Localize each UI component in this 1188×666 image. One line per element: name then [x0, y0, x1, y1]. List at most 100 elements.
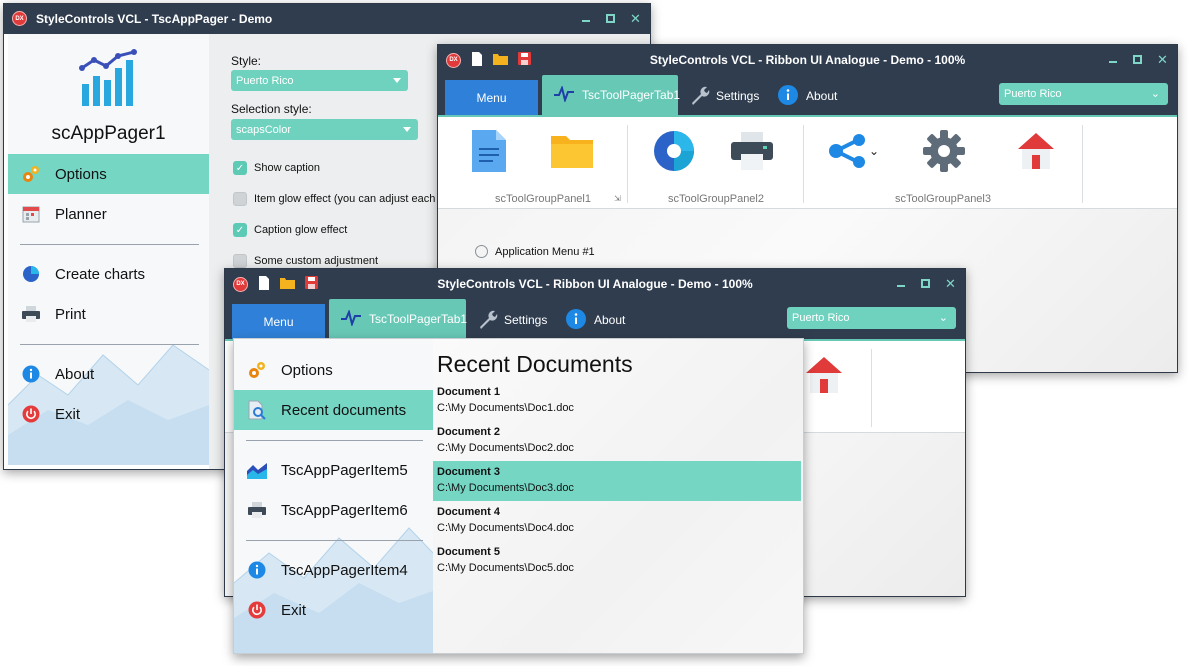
minimize-button[interactable]: [582, 14, 592, 24]
new-file-icon[interactable]: [471, 51, 483, 69]
application-menu-radio[interactable]: Application Menu #1: [475, 245, 595, 258]
menu-item-recent-documents[interactable]: Recent documents: [234, 390, 433, 430]
gears-icon: [21, 164, 41, 184]
style-label: Style:: [231, 54, 262, 68]
close-button[interactable]: ✕: [945, 277, 956, 290]
menu-item-pager-item6[interactable]: TscAppPagerItem6: [234, 490, 433, 530]
document-name: Document 5: [437, 546, 500, 558]
menu-item-options[interactable]: Options: [234, 350, 433, 390]
maximize-icon: [606, 14, 615, 23]
selection-style-value: scapsColor: [236, 123, 292, 136]
group-separator: [1082, 125, 1083, 203]
checkbox-box: [233, 254, 247, 268]
menu-item-exit[interactable]: Exit: [234, 590, 433, 630]
style-select[interactable]: Puerto Rico ⌄: [787, 307, 956, 329]
gear-icon[interactable]: [920, 127, 968, 175]
about-tab[interactable]: About: [778, 84, 837, 108]
pager-item-exit[interactable]: Exit: [8, 394, 209, 434]
checkbox-label: Some custom adjustment: [254, 255, 379, 267]
open-folder-icon[interactable]: [493, 53, 508, 68]
minimize-button[interactable]: [897, 279, 907, 289]
title-bar[interactable]: DX StyleControls VCL - TscAppPager - Dem…: [4, 4, 650, 34]
menu-separator: [246, 440, 423, 441]
menu-tab-label: Menu: [263, 314, 294, 329]
power-icon: [247, 600, 267, 620]
dialog-launcher-icon[interactable]: ⇲: [614, 194, 621, 203]
pager-item-options[interactable]: Options: [8, 154, 209, 194]
pager-item-planner[interactable]: Planner: [8, 194, 209, 234]
pager-item-create-charts[interactable]: Create charts: [8, 254, 209, 294]
recent-document-item[interactable]: Document 2 C:\My Documents\Doc2.doc: [433, 421, 801, 461]
show-caption-checkbox[interactable]: ✓ Show caption: [233, 161, 320, 175]
pager-item-about[interactable]: About: [8, 354, 209, 394]
tool-pager-tab-label: TscToolPagerTab1: [369, 312, 468, 326]
recent-document-item[interactable]: Document 5 C:\My Documents\Doc5.doc: [433, 541, 801, 581]
menu-tab[interactable]: Menu: [445, 80, 538, 115]
menu-tab[interactable]: Menu: [232, 304, 325, 339]
recent-document-item[interactable]: Document 4 C:\My Documents\Doc4.doc: [433, 501, 801, 541]
menu-item-pager-item5[interactable]: TscAppPagerItem5: [234, 450, 433, 490]
pager-item-label: Exit: [55, 405, 81, 423]
home-icon[interactable]: [800, 351, 848, 399]
group-separator: [803, 125, 804, 203]
item-glow-checkbox[interactable]: Item glow effect (you can adjust each: [233, 192, 435, 206]
info-icon: [778, 84, 798, 108]
pager-separator: [20, 244, 199, 245]
maximize-icon: [921, 279, 930, 288]
custom-adjustment-checkbox[interactable]: Some custom adjustment: [233, 254, 378, 268]
tool-pager-tab[interactable]: TscToolPagerTab1: [542, 75, 680, 115]
style-select[interactable]: Puerto Rico ⌄: [999, 83, 1168, 105]
title-bar[interactable]: DX StyleControls VCL - Ribbon UI Analogu…: [225, 269, 965, 299]
dropdown-arrow-icon: [393, 78, 401, 83]
home-icon[interactable]: [1012, 127, 1060, 175]
close-icon: ✕: [1157, 52, 1168, 67]
caption-glow-checkbox[interactable]: ✓ Caption glow effect: [233, 223, 347, 237]
about-tab[interactable]: About: [566, 308, 625, 331]
calendar-icon: [21, 204, 41, 224]
wrench-icon: [690, 85, 710, 108]
pager-item-print[interactable]: Print: [8, 294, 209, 334]
minimize-button[interactable]: [1109, 55, 1119, 65]
close-button[interactable]: ✕: [630, 12, 641, 25]
save-icon[interactable]: [305, 276, 318, 292]
selection-style-select[interactable]: scapsColor: [231, 119, 418, 140]
settings-tab-label: Settings: [716, 89, 760, 103]
save-icon[interactable]: [518, 52, 531, 68]
chevron-down-icon[interactable]: ⌄: [864, 127, 884, 175]
menu-item-label: Options: [281, 361, 333, 379]
printer-icon[interactable]: [728, 127, 776, 175]
maximize-button[interactable]: [921, 279, 931, 289]
bar-chart-logo-icon: [79, 49, 137, 106]
power-icon: [21, 404, 41, 424]
pager-item-label: Print: [55, 305, 86, 323]
title-bar[interactable]: DX StyleControls VCL - Ribbon UI Analogu…: [438, 45, 1177, 75]
close-button[interactable]: ✕: [1157, 52, 1168, 67]
maximize-button[interactable]: [1133, 55, 1143, 65]
style-select[interactable]: Puerto Rico: [231, 70, 408, 91]
pager-item-label: Planner: [55, 205, 107, 223]
radio-circle: [475, 245, 488, 258]
new-file-icon[interactable]: [258, 275, 270, 293]
menu-tab-label: Menu: [476, 90, 507, 105]
recent-document-item-selected[interactable]: Document 3 C:\My Documents\Doc3.doc: [433, 461, 801, 501]
radio-label: Application Menu #1: [495, 245, 595, 258]
folder-icon[interactable]: [548, 127, 596, 175]
tool-pager-tab[interactable]: TscToolPagerTab1: [329, 299, 468, 339]
recent-documents-title: Recent Documents: [437, 351, 633, 377]
info-icon: [247, 560, 267, 580]
window-title: StyleControls VCL - TscAppPager - Demo: [36, 12, 273, 26]
app-logo-icon: DX: [446, 52, 461, 68]
minimize-icon: [897, 285, 905, 287]
settings-tab-label: Settings: [504, 313, 548, 327]
document-path: C:\My Documents\Doc2.doc: [437, 442, 574, 454]
recent-document-item[interactable]: Document 1 C:\My Documents\Doc1.doc: [433, 381, 801, 421]
app-logo-icon: DX: [12, 11, 27, 26]
settings-tab[interactable]: Settings: [690, 85, 759, 107]
document-icon[interactable]: [465, 127, 513, 175]
document-search-icon: [247, 400, 267, 420]
open-folder-icon[interactable]: [280, 277, 295, 292]
donut-chart-icon[interactable]: [650, 127, 698, 175]
settings-tab[interactable]: Settings: [478, 309, 547, 331]
menu-item-pager-item4[interactable]: TscAppPagerItem4: [234, 550, 433, 590]
maximize-button[interactable]: [606, 14, 616, 24]
